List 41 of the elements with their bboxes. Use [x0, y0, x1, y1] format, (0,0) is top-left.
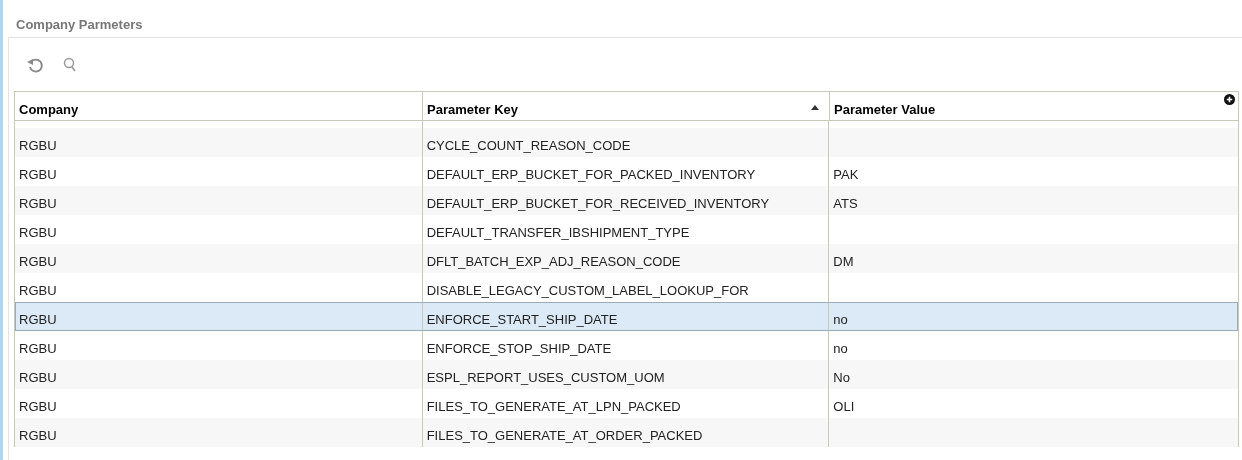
table-cell: ESPL_REPORT_USES_CUSTOM_UOM — [426, 370, 665, 385]
table-cell: FILES_TO_GENERATE_AT_ORDER_PACKED — [426, 428, 703, 443]
table-cell: RGBU — [19, 312, 57, 327]
column-header[interactable]: Company — [15, 92, 423, 120]
table-cell: RGBU — [19, 254, 57, 269]
table-cell: DM — [833, 254, 854, 269]
table-row[interactable]: RGBU DFLT_BATCH_EXP_ADJ_REASON_CODE DM — [15, 244, 1238, 273]
table-cell: DEFAULT_ERP_BUCKET_FOR_PACKED_INVENTORY — [426, 167, 756, 182]
table-cell: RGBU — [19, 399, 57, 414]
table-cell: No — [833, 370, 850, 385]
table-cell: PAK — [833, 167, 859, 182]
table-cell: RGBU — [19, 196, 57, 211]
table-cell: ENFORCE_START_SHIP_DATE — [426, 312, 618, 327]
column-header[interactable]: Parameter Value — [830, 92, 1239, 120]
table-cell: DEFAULT_ERP_BUCKET_FOR_RECEIVED_INVENTORY — [426, 196, 770, 211]
add-column-icon[interactable] — [1224, 94, 1235, 105]
table-cell: FILES_TO_GENERATE_AT_LPN_PACKED — [426, 399, 681, 414]
table-cell: RGBU — [19, 225, 57, 240]
table-row[interactable]: RGBU DEFAULT_ERP_BUCKET_FOR_RECEIVED_INVENTORY ATS — [15, 186, 1238, 215]
table-row[interactable]: RGBU CYCLE_COUNT_REASON_CODE — [15, 128, 1238, 157]
page-title: Company Parmeters — [15, 16, 144, 34]
table-cell: RGBU — [19, 167, 57, 182]
table-cell: DISABLE_LEGACY_CUSTOM_LABEL_LOOKUP_FOR — [426, 283, 749, 298]
table-cell: DFLT_BATCH_EXP_ADJ_REASON_CODE — [426, 254, 681, 269]
table-cell: no — [833, 341, 848, 356]
table-cell: RGBU — [19, 370, 57, 385]
table-row[interactable]: RGBU FILES_TO_GENERATE_AT_ORDER_PACKED — [15, 418, 1238, 447]
table-cell: DEFAULT_TRANSFER_IBSHIPMENT_TYPE — [426, 225, 690, 240]
table-cell: OLI — [833, 399, 855, 414]
table-cell: RGBU — [19, 283, 57, 298]
table-cell: RGBU — [19, 428, 57, 443]
table-cell: ATS — [833, 196, 858, 211]
table-cell: RGBU — [19, 138, 57, 153]
column-header[interactable]: Parameter Key — [423, 92, 830, 120]
table-cell: no — [833, 312, 848, 327]
table-cell: ENFORCE_STOP_SHIP_DATE — [426, 341, 612, 356]
table-cell: CYCLE_COUNT_REASON_CODE — [426, 138, 631, 153]
table-cell: RGBU — [19, 341, 57, 356]
table-row[interactable]: RGBU ESPL_REPORT_USES_CUSTOM_UOM No — [15, 360, 1238, 389]
sort-ascending-icon[interactable] — [811, 105, 819, 110]
table-row[interactable]: RGBU ENFORCE_START_SHIP_DATE no — [15, 302, 1238, 331]
